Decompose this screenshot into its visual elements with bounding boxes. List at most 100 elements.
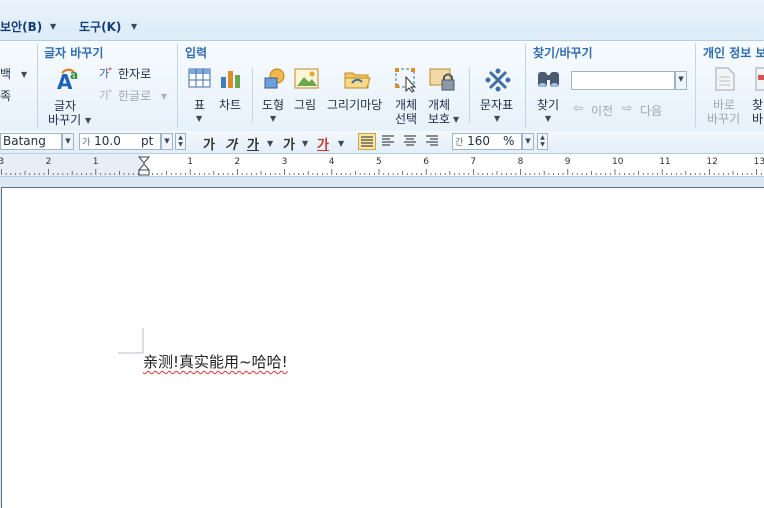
drawing-folder-icon	[344, 72, 371, 89]
text-margin-guide	[118, 328, 144, 354]
object-select-label-2[interactable]: 선택	[395, 110, 417, 127]
chevron-down-icon[interactable]: ▼	[21, 70, 27, 79]
insert-picture-button[interactable]: 그림	[294, 96, 316, 113]
find-prev-button[interactable]: 이전	[591, 102, 613, 119]
chevron-down-icon[interactable]: ▼	[453, 115, 459, 124]
ruler-tick-label: 3	[281, 157, 288, 167]
ribbon-blank-button[interactable]: 백	[0, 65, 11, 82]
align-center-icon	[404, 135, 416, 146]
chevron-down-icon[interactable]: ▼	[62, 133, 74, 150]
ruler-tick-label: 6	[423, 157, 429, 167]
align-right-button[interactable]	[424, 133, 442, 150]
font-color-button[interactable]: 가	[317, 134, 329, 153]
chevron-down-icon[interactable]: ▼	[522, 133, 534, 150]
ribbon-partial-item[interactable]: 족	[0, 87, 11, 104]
privacy-find-label-2[interactable]: 바	[752, 110, 763, 127]
align-center-button[interactable]	[402, 133, 420, 150]
ruler-scale	[0, 154, 762, 176]
group-title-char-replace: 글자 바꾸기	[44, 46, 104, 60]
chevron-down-icon[interactable]: ▼	[267, 139, 273, 148]
find-search-input[interactable]	[571, 71, 675, 90]
group-divider	[37, 43, 38, 128]
ruler-tick-label: 7	[470, 157, 477, 167]
chevron-down-icon[interactable]: ▼	[270, 114, 276, 123]
privacy-find-icon	[755, 67, 764, 91]
group-title-insert: 입력	[185, 46, 208, 60]
to-hangul-button[interactable]: 한글로	[118, 87, 151, 104]
underline-button[interactable]: 가	[247, 134, 259, 153]
object-protect-label-2[interactable]: 보호	[428, 110, 450, 127]
line-spacing-select[interactable]: 간 160 %	[452, 133, 522, 150]
group-divider	[252, 67, 253, 123]
chevron-down-icon[interactable]: ▼	[131, 22, 137, 31]
hangul-convert-icon: 가 *	[99, 88, 112, 101]
line-spacing-spinner[interactable]: ▲ ▼	[537, 133, 548, 150]
insert-table-button[interactable]: 표	[194, 96, 205, 113]
find-next-button[interactable]: 다음	[640, 102, 662, 119]
group-divider	[695, 43, 696, 128]
chevron-down-icon[interactable]: ▼	[302, 139, 308, 148]
outline-button[interactable]: 가	[283, 134, 295, 153]
ruler-tick-label: 5	[376, 157, 382, 167]
privacy-shortcut-icon	[715, 67, 735, 91]
chevron-down-icon[interactable]: ▼	[196, 114, 202, 123]
chevron-down-icon[interactable]: ▼	[675, 71, 687, 90]
font-size-select[interactable]: 가 10.0 pt	[79, 133, 161, 150]
character-map-icon	[485, 68, 511, 92]
indent-marker-icon[interactable]	[138, 156, 150, 176]
chevron-down-icon[interactable]: ▼	[85, 116, 91, 125]
menu-security[interactable]: 보안(B)	[0, 18, 42, 36]
align-left-button[interactable]	[380, 133, 398, 150]
chevron-down-icon[interactable]: ▼	[494, 114, 500, 123]
object-protect-icon	[429, 68, 455, 91]
insert-chart-button[interactable]: 차트	[219, 96, 241, 113]
font-name-select[interactable]: Batang	[0, 133, 62, 150]
line-spacing-value: 160	[467, 134, 491, 148]
menu-tools[interactable]: 도구(K)	[79, 18, 121, 36]
align-justify-button[interactable]	[358, 133, 376, 150]
svg-text:*: *	[108, 66, 112, 75]
chevron-down-icon[interactable]: ▼	[50, 22, 56, 31]
font-size-value: 10.0	[94, 134, 121, 148]
bold-button[interactable]: 가	[203, 134, 215, 153]
drawing-gallery-button[interactable]: 그리기마당	[327, 96, 382, 113]
font-size-spinner[interactable]: ▲ ▼	[175, 133, 186, 150]
italic-button[interactable]: 가	[225, 134, 237, 153]
chart-icon	[221, 71, 240, 88]
privacy-shortcut-label-2[interactable]: 바꾸기	[707, 110, 740, 127]
chevron-down-icon[interactable]: ▼	[338, 139, 344, 148]
chevron-down-icon[interactable]: ▼	[545, 114, 551, 123]
ruler-tick-label: 11	[659, 157, 671, 167]
document-page[interactable]	[1, 187, 764, 508]
ruler-tick-label: 2	[234, 157, 241, 167]
document-text[interactable]: 亲测!真实能用~哈哈!	[143, 351, 288, 372]
ribbon: 백 ▼ 족 글자 바꾸기 A a 글자 바꾸기 ▼ 가 * 한자로 가 * 한글…	[0, 40, 764, 132]
chevron-down-icon[interactable]: ▼	[161, 92, 167, 101]
ruler-tick-label: 10	[612, 157, 624, 167]
char-change-label-2[interactable]: 바꾸기	[48, 111, 81, 128]
object-select-icon	[395, 68, 417, 93]
ruler-tick-label: 12	[706, 157, 718, 167]
ruler-tick-label: 3	[0, 157, 5, 167]
ruler-tick-label: 1	[187, 157, 193, 167]
group-title-privacy: 개인 정보 보	[703, 46, 764, 60]
shape-icon	[264, 68, 285, 89]
right-arrow-icon[interactable]: ⇨	[622, 101, 632, 115]
horizontal-ruler[interactable]: 3 2 1 1 2 3 4 5 6 7 8 9 10 11 12 13	[0, 154, 764, 177]
table-icon	[188, 68, 211, 88]
line-spacing-prefix-icon: 간	[455, 138, 464, 148]
find-button[interactable]: 찾기	[537, 96, 559, 113]
left-arrow-icon[interactable]: ⇦	[573, 101, 583, 115]
character-map-button[interactable]: 문자표	[480, 96, 513, 113]
group-divider	[177, 43, 178, 128]
line-spacing-unit: %	[503, 134, 515, 148]
align-justify-icon	[361, 136, 373, 147]
to-hanja-button[interactable]: 한자로	[118, 65, 151, 82]
ruler-tick-label: 4	[328, 157, 335, 167]
insert-shape-button[interactable]: 도형	[262, 96, 284, 113]
ruler-tick-label: 9	[564, 157, 571, 167]
chevron-down-icon[interactable]: ▼	[161, 133, 173, 150]
ruler-tick-label: 1	[92, 157, 99, 167]
picture-icon	[294, 68, 319, 89]
svg-text:*: *	[108, 88, 112, 97]
